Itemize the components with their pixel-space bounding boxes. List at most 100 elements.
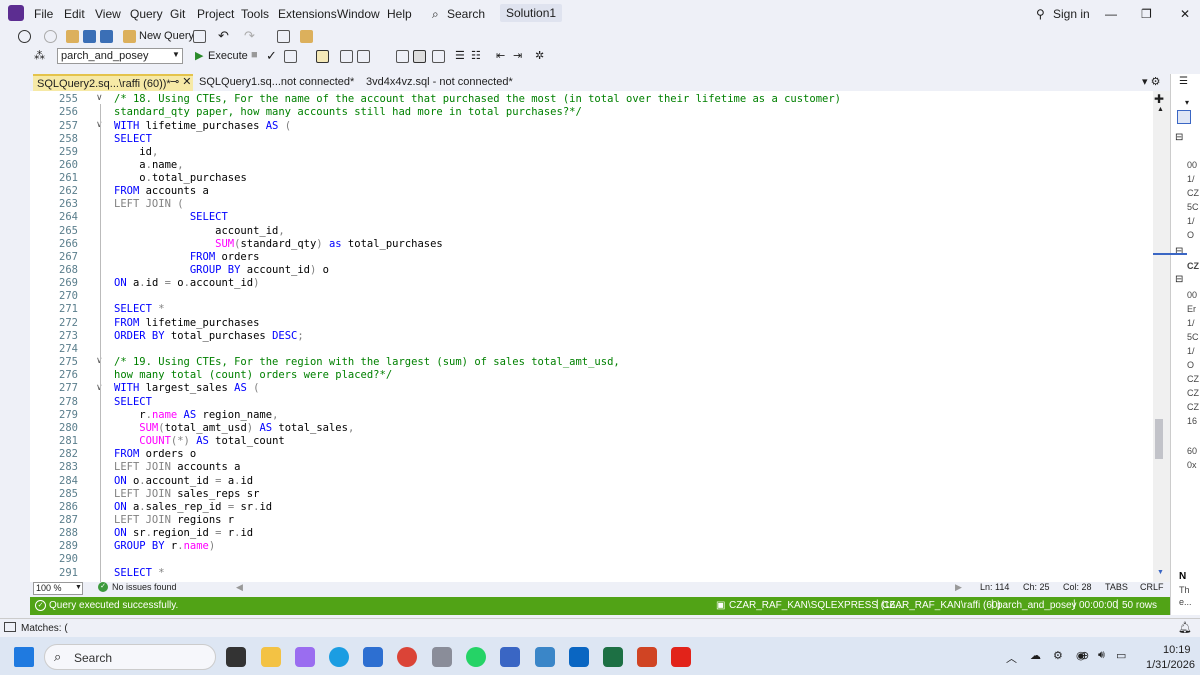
code-line[interactable]: how many total (count) orders were place… (114, 369, 392, 381)
scroll-thumb[interactable] (1155, 419, 1163, 459)
uncomment-icon[interactable]: ☷ (471, 49, 481, 62)
collapse-icon[interactable]: ⊟ (1175, 274, 1183, 285)
split-icon[interactable]: ✚ (1154, 92, 1164, 106)
code-line[interactable]: ON sr.region_id = r.id (114, 527, 253, 539)
file-results-icon[interactable] (432, 50, 445, 63)
menu-git[interactable]: Git (170, 7, 185, 21)
restore-button[interactable]: ❐ (1141, 7, 1152, 21)
tab-sqlquery1[interactable]: SQLQuery1.sq...not connected* (195, 74, 358, 91)
code-line[interactable]: LEFT JOIN accounts a (114, 461, 240, 473)
code-line[interactable]: WITH lifetime_purchases AS ( (114, 120, 291, 132)
comment-icon[interactable]: ☰ (455, 49, 465, 62)
indent-icon[interactable]: ⇥ (513, 49, 522, 62)
live-stats-icon[interactable] (357, 50, 370, 63)
open-folder-icon[interactable] (66, 30, 79, 43)
notifications-icon[interactable]: ☰ (1179, 76, 1188, 87)
code-line[interactable]: SUM(total_amt_usd) AS total_sales, (114, 422, 354, 434)
dropdown-icon[interactable]: ▾ (1185, 98, 1189, 107)
code-line[interactable]: SELECT * (114, 303, 165, 315)
issues-text[interactable]: No issues found (112, 582, 177, 592)
menu-extensions[interactable]: Extensions (278, 7, 337, 21)
tabs-indicator[interactable]: TABS (1105, 582, 1128, 592)
code-line[interactable]: o.total_purchases (114, 172, 246, 184)
parse-icon[interactable]: ✓ (266, 48, 277, 64)
undo-icon[interactable]: ↶ (218, 28, 229, 44)
scroll-right-icon[interactable]: ▶ (955, 582, 962, 593)
tray-chevron-icon[interactable]: ︿ (1006, 650, 1017, 666)
connect-icon[interactable]: ⁂ (34, 49, 45, 62)
network-icon[interactable]: ⊕ (1080, 649, 1089, 662)
activity-monitor-icon[interactable] (277, 30, 290, 43)
minimize-button[interactable]: — (1105, 7, 1117, 21)
store-icon[interactable] (363, 647, 383, 667)
search-button[interactable]: Search (447, 7, 485, 21)
close-button[interactable]: ✕ (1180, 7, 1190, 21)
code-line[interactable]: SELECT (114, 211, 228, 223)
grid-results-icon[interactable] (413, 50, 426, 63)
text-results-icon[interactable] (396, 50, 409, 63)
volume-icon[interactable]: 🔊︎ (1098, 649, 1105, 662)
code-line[interactable]: standard_qty paper, how many accounts st… (114, 106, 582, 118)
code-line[interactable]: WITH largest_sales AS ( (114, 382, 259, 394)
acrobat-icon[interactable] (671, 647, 691, 667)
query-icon[interactable] (193, 30, 206, 43)
tab-3vd4x4vz[interactable]: 3vd4x4vz.sql - not connected* (362, 74, 517, 91)
folder-icon[interactable] (300, 30, 313, 43)
code-line[interactable]: id, (114, 146, 158, 158)
linkedin-icon[interactable] (569, 647, 589, 667)
redo-icon[interactable]: ↷ (244, 28, 255, 44)
results-grid-icon[interactable] (316, 50, 329, 63)
pin-icon[interactable]: ⊸ ✕ (166, 74, 196, 91)
chrome-icon[interactable] (397, 647, 417, 667)
code-line[interactable]: SELECT (114, 133, 152, 145)
menu-view[interactable]: View (95, 7, 121, 21)
properties-icon[interactable] (1177, 110, 1191, 124)
code-line[interactable]: a.name, (114, 159, 183, 171)
excel-icon[interactable] (603, 647, 623, 667)
code-line[interactable]: FROM orders o (114, 448, 196, 460)
zoom-select[interactable]: 100 % ▼ (33, 582, 83, 595)
taskbar-time[interactable]: 10:19 (1163, 644, 1191, 656)
code-line[interactable]: FROM lifetime_purchases (114, 317, 259, 329)
menu-window[interactable]: Window (337, 7, 380, 21)
collapse-icon[interactable]: ⊟ (1175, 246, 1183, 257)
scroll-down-icon[interactable]: ▼ (1157, 569, 1164, 576)
save-all-icon[interactable] (100, 30, 113, 43)
menu-tools[interactable]: Tools (241, 7, 269, 21)
ssms-icon[interactable] (432, 647, 452, 667)
specify-values-icon[interactable]: ✲ (535, 49, 544, 62)
scroll-left-icon[interactable]: ◀ (236, 582, 243, 593)
code-line[interactable]: GROUP BY account_id) o (114, 264, 329, 276)
outdent-icon[interactable]: ⇤ (496, 49, 505, 62)
new-query-button[interactable]: New Query (139, 30, 194, 42)
vertical-scrollbar[interactable] (1153, 91, 1170, 582)
code-line[interactable]: SUM(standard_qty) as total_purchases (114, 238, 443, 250)
powerpoint-icon[interactable] (637, 647, 657, 667)
code-line[interactable]: LEFT JOIN sales_reps sr (114, 488, 259, 500)
tray-app-icon[interactable]: ☁ (1030, 649, 1041, 662)
collapse-icon[interactable]: ⊟ (1175, 132, 1183, 143)
start-icon[interactable] (14, 647, 34, 667)
code-line[interactable]: FROM accounts a (114, 185, 209, 197)
menu-help[interactable]: Help (387, 7, 412, 21)
copilot-icon[interactable] (295, 647, 315, 667)
menu-query[interactable]: Query (130, 7, 163, 21)
execute-button[interactable]: Execute (208, 50, 248, 62)
tray-app-icon[interactable]: ⚙ (1053, 649, 1063, 662)
menu-file[interactable]: File (34, 7, 53, 21)
include-plan-icon[interactable] (340, 50, 353, 63)
code-line[interactable]: SELECT * (114, 567, 165, 579)
scroll-up-icon[interactable]: ▲ (1157, 106, 1164, 113)
code-line[interactable]: /* 19. Using CTEs, For the region with t… (114, 356, 620, 368)
matches-text[interactable]: Matches: ( (21, 623, 68, 634)
stop-icon[interactable]: ■ (251, 49, 258, 61)
edge-icon[interactable] (329, 647, 349, 667)
code-line[interactable]: account_id, (114, 225, 285, 237)
code-line[interactable]: LEFT JOIN regions r (114, 514, 234, 526)
menu-project[interactable]: Project (197, 7, 234, 21)
python-icon[interactable] (535, 647, 555, 667)
code-line[interactable]: LEFT JOIN ( (114, 198, 184, 210)
whatsapp-icon[interactable] (466, 647, 486, 667)
code-line[interactable]: SELECT (114, 396, 152, 408)
code-line[interactable]: ON a.sales_rep_id = sr.id (114, 501, 272, 513)
